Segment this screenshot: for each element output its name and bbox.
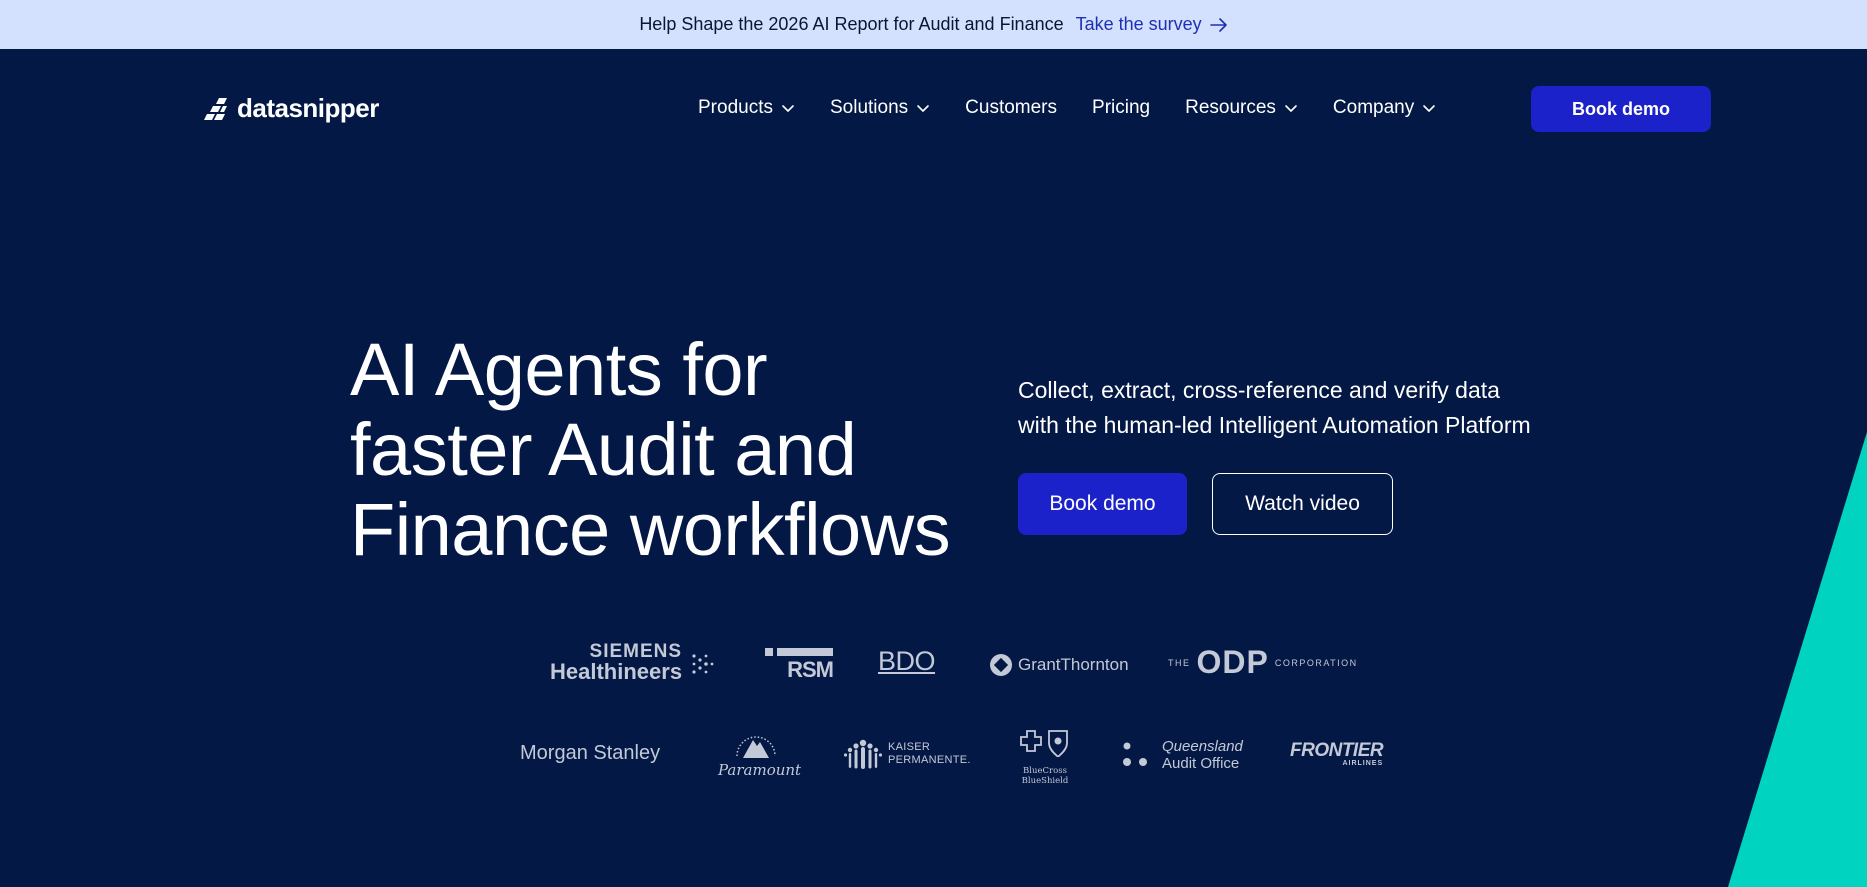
hero-headline: AI Agents for faster Audit and Finance w… (350, 330, 970, 570)
kaiser-text: KAISER PERMANENTE. (888, 741, 971, 767)
kaiser-figures-icon (844, 739, 882, 769)
paramount-logo: Paramount (718, 728, 802, 780)
queensland-audit-office-logo: Queensland Audit Office (1122, 738, 1243, 772)
siemens-logo-bottom: Healthineers (550, 659, 683, 684)
nav-item-label: Solutions (829, 97, 909, 118)
kaiser-permanente-logo: KAISER PERMANENTE. (844, 737, 971, 771)
watch-video-button[interactable]: Watch video (1212, 473, 1393, 535)
nav-item-customers[interactable]: Customers (965, 97, 1057, 119)
main-navigation: datasnipper Products Solutions Customers… (0, 49, 1867, 169)
rsm-logo-text: RSM (787, 657, 834, 682)
nav-item-products[interactable]: Products (698, 97, 795, 119)
bcbs-text-top: BlueCross (1023, 766, 1067, 776)
hero-headline-line: faster Audit and (350, 408, 857, 491)
hero-subtext-line: with the human-led Intelligent Automatio… (1018, 412, 1531, 438)
nav-item-company[interactable]: Company (1333, 97, 1436, 119)
qao-text: Queensland Audit Office (1162, 738, 1243, 772)
siemens-dots-icon (692, 654, 714, 674)
nav-item-label: Company (1332, 97, 1415, 118)
bcbs-text-bottom: BlueShield (1021, 776, 1069, 786)
logo-wordmark: datasnipper (237, 93, 379, 123)
frontier-text: FRONTIER (1290, 740, 1384, 761)
qao-text-bottom: Audit Office (1162, 755, 1240, 772)
paramount-mountain-icon (736, 736, 776, 758)
nav-menu: Products Solutions Customers Pricing Res… (698, 97, 1471, 119)
bluecross-blueshield-icon (1020, 730, 1068, 758)
siemens-healthineers-logo: SIEMENS Healthineers (550, 642, 714, 684)
paramount-text: Paramount (718, 761, 802, 779)
nav-item-resources[interactable]: Resources (1185, 97, 1298, 119)
odp-main: ODP (1196, 644, 1269, 680)
nav-item-solutions[interactable]: Solutions (830, 97, 930, 119)
chevron-down-icon (1423, 105, 1436, 112)
hero-subtext-line: Collect, extract, cross-reference and ve… (1018, 377, 1500, 403)
grant-thornton-logo: GrantThornton (990, 654, 1129, 676)
odp-suffix: CORPORATION (1274, 657, 1358, 668)
kaiser-text-top: KAISER (888, 741, 931, 753)
bcbs-text: BlueCross BlueShield (1013, 766, 1077, 786)
bluecross-blueshield-logo: BlueCross BlueShield (1013, 729, 1077, 786)
announcement-bar: Help Shape the 2026 AI Report for Audit … (0, 0, 1867, 49)
chevron-down-icon (782, 105, 794, 112)
nav-item-label: Products (698, 97, 773, 118)
kaiser-text-bottom: PERMANENTE. (888, 754, 971, 766)
datasnipper-logo[interactable]: datasnipper (203, 93, 379, 124)
grant-thornton-text: GrantThornton (1018, 655, 1129, 674)
hero-subtext: Collect, extract, cross-reference and ve… (1018, 373, 1578, 443)
morgan-stanley-logo: Morgan Stanley (520, 742, 661, 764)
odp-prefix: THE (1168, 657, 1191, 668)
frontier-airlines-logo: FRONTIER AIRLINES (1290, 740, 1384, 767)
grant-thornton-icon (990, 654, 1012, 676)
odp-corporation-logo: THE ODP CORPORATION (1168, 644, 1358, 681)
nav-item-label: Pricing (1092, 97, 1151, 118)
arrow-right-icon (1209, 17, 1227, 32)
qao-dots-icon (1123, 742, 1147, 766)
announcement-text: Help Shape the 2026 AI Report for Audit … (639, 14, 1064, 34)
rsm-bar (765, 648, 773, 656)
hero-headline-line: AI Agents for (350, 328, 768, 411)
hero-headline-line: Finance workflows (350, 488, 951, 571)
frontier-subtext: AIRLINES (1342, 760, 1384, 767)
nav-book-demo-button[interactable]: Book demo (1531, 86, 1711, 132)
nav-item-label: Customers (965, 97, 1058, 118)
rsm-bar (777, 648, 833, 656)
datasnipper-logo-icon (204, 97, 227, 120)
qao-text-top: Queensland (1162, 738, 1243, 755)
take-survey-link[interactable]: Take the survey (1076, 14, 1228, 35)
hero-book-demo-button[interactable]: Book demo (1018, 473, 1187, 535)
nav-item-label: Resources (1185, 97, 1276, 118)
take-survey-label: Take the survey (1075, 14, 1202, 34)
chevron-down-icon (917, 105, 929, 112)
rsm-logo: RSM (765, 648, 834, 682)
bdo-logo: BDO (878, 646, 936, 676)
nav-item-pricing[interactable]: Pricing (1092, 97, 1150, 119)
chevron-down-icon (1285, 105, 1297, 112)
